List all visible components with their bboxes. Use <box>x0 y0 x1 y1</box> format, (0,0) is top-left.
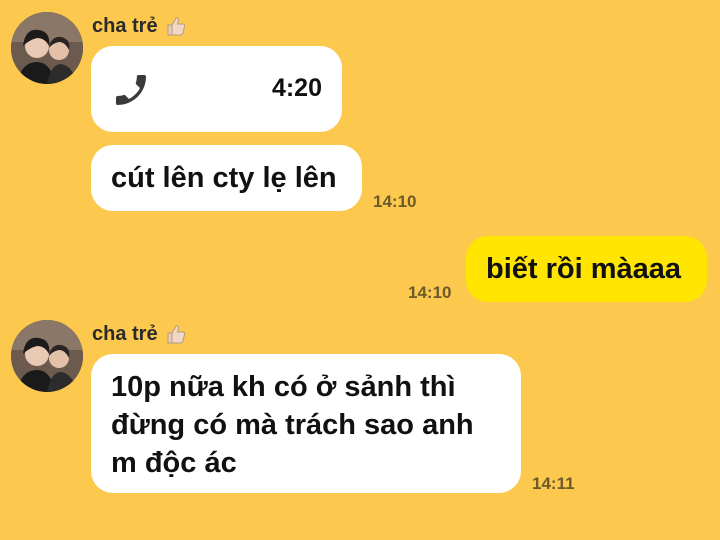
chat-window: cha trẻ 4:20 cút lên cty lẹ lên 14:10 bi… <box>0 0 720 540</box>
message-time: 14:11 <box>532 474 575 493</box>
avatar[interactable] <box>11 320 83 392</box>
message-bubble[interactable]: 10p nữa kh có ở sảnh thì đừng có mà trác… <box>91 354 521 493</box>
message-time: 14:10 <box>373 192 417 211</box>
call-message-bubble[interactable]: 4:20 <box>91 46 342 132</box>
avatar[interactable] <box>11 12 83 84</box>
message-time: 14:10 <box>408 283 452 302</box>
call-duration: 4:20 <box>271 74 322 102</box>
message-bubble[interactable]: cút lên cty lẹ lên <box>91 145 362 211</box>
message-text: 10p nữa kh có ở sảnh thì đừng có mà trác… <box>111 371 474 479</box>
sender-name: cha trẻ <box>92 14 188 38</box>
thumbs-up-icon <box>164 322 188 346</box>
phone-icon <box>111 70 151 110</box>
sender-name: cha trẻ <box>92 322 188 346</box>
message-text: cút lên cty lẹ lên <box>111 162 337 194</box>
message-text: biết rồi màaaa <box>486 253 682 285</box>
thumbs-up-icon <box>164 14 188 38</box>
outgoing-message-bubble[interactable]: biết rồi màaaa <box>466 236 707 302</box>
